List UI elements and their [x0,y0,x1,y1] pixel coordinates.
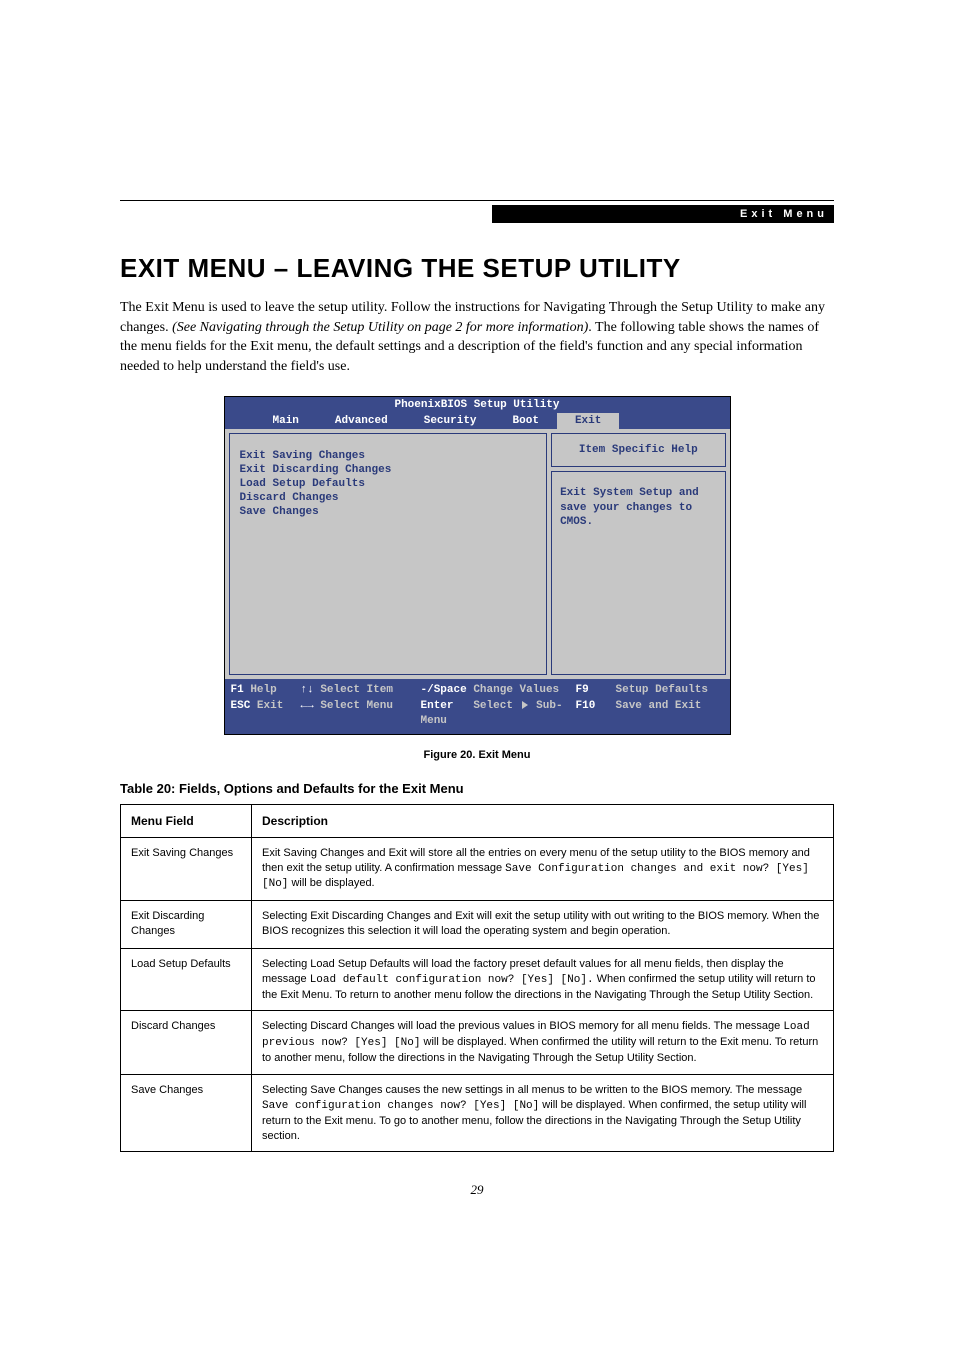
f1-key: F1 [231,684,244,696]
bios-footer: F1 Help ↑↓ Select Item -/Space Change Va… [225,679,730,733]
f9-label: Setup Defaults [616,683,708,698]
arrows-lr-icon: ←→ [301,700,314,712]
cell-field: Discard Changes [121,1011,252,1075]
change-values-label: Change Values [473,684,559,696]
figure-caption: Figure 20. Exit Menu [120,749,834,761]
select-item-label: Select Item [320,684,393,696]
esc-label: Exit [257,700,283,712]
page-number: 29 [120,1182,834,1198]
f1-label: Help [250,684,276,696]
breadcrumb: Exit Menu [492,205,834,223]
menu-item-discard-changes[interactable]: Discard Changes [240,492,537,504]
bios-title: PhoenixBIOS Setup Utility [225,397,730,413]
tab-boot[interactable]: Boot [495,413,557,429]
fields-table: Menu Field Description Exit Saving Chang… [120,804,834,1153]
cell-field: Exit Saving Changes [121,837,252,901]
tab-exit[interactable]: Exit [557,413,619,429]
th-description: Description [252,804,834,837]
f9-key: F9 [576,683,616,698]
table-row: Exit Saving Changes Exit Saving Changes … [121,837,834,901]
intro-paragraph: The Exit Menu is used to leave the setup… [120,298,834,376]
triangle-right-icon [522,701,528,709]
header-rule [120,200,834,201]
table-row: Load Setup Defaults Selecting Load Setup… [121,948,834,1011]
cell-field: Exit Discarding Changes [121,901,252,949]
th-menu-field: Menu Field [121,804,252,837]
menu-item-save-changes[interactable]: Save Changes [240,506,537,518]
menu-item-load-defaults[interactable]: Load Setup Defaults [240,478,537,490]
menu-item-exit-discarding[interactable]: Exit Discarding Changes [240,464,537,476]
bios-screenshot: PhoenixBIOS Setup Utility Main Advanced … [224,396,731,734]
tab-security[interactable]: Security [406,413,495,429]
arrows-ud-icon: ↑↓ [301,684,314,696]
select-sub-label: Select [473,700,513,712]
bios-help-title: Item Specific Help [551,433,725,467]
cell-field: Save Changes [121,1075,252,1152]
table-row: Discard Changes Selecting Discard Change… [121,1011,834,1075]
cell-desc: Selecting Exit Discarding Changes and Ex… [252,901,834,949]
cell-desc: Exit Saving Changes and Exit will store … [252,837,834,901]
tab-advanced[interactable]: Advanced [317,413,406,429]
desc-code: Save configuration changes now? [Yes] [N… [262,1100,539,1112]
enter-key: Enter [421,700,454,712]
desc-code: Load default configuration now? [Yes] [N… [310,974,594,986]
cell-desc: Selecting Load Setup Defaults will load … [252,948,834,1011]
desc-a: Selecting Exit Discarding Changes and Ex… [262,910,819,937]
desc-a: Selecting Save Changes causes the new se… [262,1084,802,1096]
bios-help-panel: Item Specific Help Exit System Setup and… [551,433,725,675]
table-row: Exit Discarding Changes Selecting Exit D… [121,901,834,949]
tab-main[interactable]: Main [255,413,317,429]
cell-desc: Selecting Discard Changes will load the … [252,1011,834,1075]
minus-space-key: -/Space [421,684,467,696]
f10-label: Save and Exit [616,699,702,730]
cell-field: Load Setup Defaults [121,948,252,1011]
table-title: Table 20: Fields, Options and Defaults f… [120,781,834,796]
bios-help-body: Exit System Setup and save your changes … [551,471,725,675]
menu-item-exit-saving[interactable]: Exit Saving Changes [240,450,537,462]
bios-tabs: Main Advanced Security Boot Exit [225,413,730,429]
desc-b: will be displayed. [288,877,374,889]
intro-see-ref: (See Navigating through the Setup Utilit… [172,320,588,335]
bios-body: Exit Saving Changes Exit Discarding Chan… [225,429,730,679]
header-band: Exit Menu [120,200,834,223]
select-menu-label: Select Menu [320,700,393,712]
table-row: Save Changes Selecting Save Changes caus… [121,1075,834,1152]
f10-key: F10 [576,699,616,730]
esc-key: ESC [231,700,251,712]
bios-menu-list: Exit Saving Changes Exit Discarding Chan… [229,433,548,675]
desc-a: Selecting Discard Changes will load the … [262,1020,783,1032]
page-title: EXIT MENU – LEAVING THE SETUP UTILITY [120,253,834,284]
cell-desc: Selecting Save Changes causes the new se… [252,1075,834,1152]
